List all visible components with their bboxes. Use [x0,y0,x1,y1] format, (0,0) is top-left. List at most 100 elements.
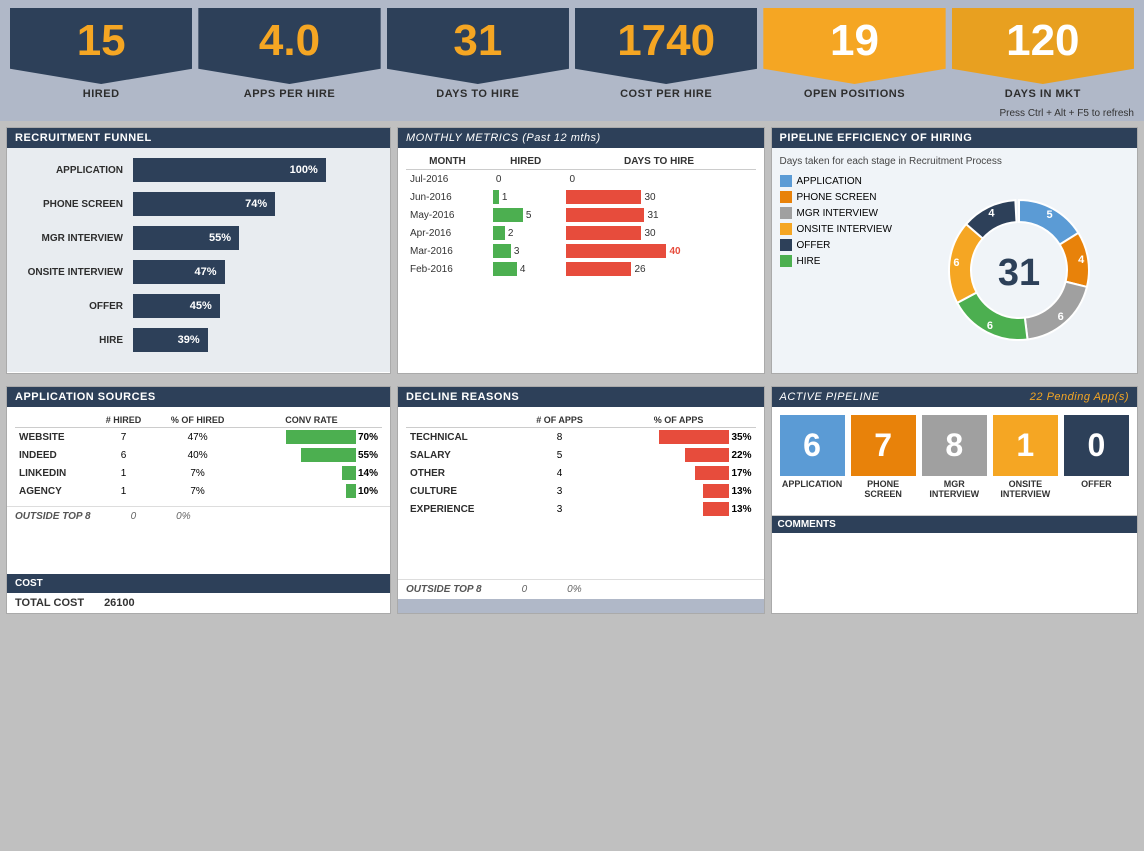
comments-body [772,533,1138,613]
funnel-bar: 45% [133,294,220,318]
source-conv: 70% [241,428,382,447]
kpi-mkt-label: DAYS IN MKT [1005,84,1081,106]
pipeline-box-label: ONSITE INTERVIEW [993,476,1058,499]
pipeline-content: APPLICATIONPHONE SCREENMGR INTERVIEWONSI… [780,175,1130,365]
decline-apps: 4 [517,464,601,482]
kpi-days-value: 31 [387,8,569,84]
kpi-hired: 15 HIRED [10,8,192,106]
kpi-apps-label: APPS PER HIRE [244,84,335,106]
decline-reason: OTHER [406,464,517,482]
pipeline-legend: APPLICATIONPHONE SCREENMGR INTERVIEWONSI… [780,175,900,365]
month-cell: May-2016 [406,206,489,224]
hired-cell: 5 [489,206,563,224]
refresh-hint: Press Ctrl + Alt + F5 to refresh [0,106,1144,121]
source-conv: 14% [241,464,382,482]
funnel-header: RECRUITMENT FUNNEL [7,128,390,148]
decline-apps: 3 [517,482,601,500]
pipeline-boxes: 6 APPLICATION 7 PHONE SCREEN 8 MGR INTER… [780,415,1130,499]
sources-header: APPLICATION SOURCES [7,387,390,407]
hired-cell: 2 [489,224,563,242]
hired-col-header: # HIRED [93,413,154,428]
kpi-hired-label: HIRED [83,84,120,106]
funnel-bar-container: 55% [133,226,374,250]
decline-apps: 5 [517,446,601,464]
monthly-table: MONTH HIRED DAYS TO HIRE Jul-2016 0 0 Ju… [406,154,756,278]
decline-row: SALARY 5 22% [406,446,756,464]
donut-chart: 546664 31 [924,175,1114,365]
decline-panel: DECLINE REASONS # OF APPS % OF APPS TECH… [397,386,765,614]
funnel-bar: 55% [133,226,239,250]
days-cell: 40 [562,242,755,260]
pipeline-subtitle: Days taken for each stage in Recruitment… [780,156,1130,167]
pipeline-box-value: 8 [922,415,987,476]
svg-text:31: 31 [998,252,1040,294]
days-cell: 30 [562,224,755,242]
source-name: INDEED [15,446,93,464]
month-cell: Feb-2016 [406,260,489,278]
decline-row: TECHNICAL 8 35% [406,428,756,447]
funnel-bar: 100% [133,158,326,182]
svg-text:6: 6 [954,257,960,269]
monthly-header: MONTHLY METRICS (Past 12 mths) [398,128,764,148]
days-cell: 30 [562,188,755,206]
month-header: MONTH [406,154,489,170]
kpi-cost-per-hire: 1740 COST PER HIRE [575,8,757,106]
cost-row: TOTAL COST 26100 [7,593,390,613]
kpi-cost-label: COST PER HIRE [620,84,712,106]
legend-item: HIRE [780,255,900,267]
comments-header: COMMENTS [772,516,1138,533]
svg-text:4: 4 [1078,254,1085,266]
monthly-row: Feb-2016 4 26 [406,260,756,278]
source-row: AGENCY 1 7% 10% [15,482,382,500]
funnel-bar: 47% [133,260,225,284]
decline-reason: TECHNICAL [406,428,517,447]
decline-reason: SALARY [406,446,517,464]
outside-decline-apps: 0 [522,584,528,595]
funnel-row-label: MGR INTERVIEW [23,233,133,244]
monthly-row: Mar-2016 3 40 [406,242,756,260]
decline-row: CULTURE 3 13% [406,482,756,500]
funnel-row-label: OFFER [23,301,133,312]
kpi-mkt-value: 120 [952,8,1134,84]
pipeline-box-value: 0 [1064,415,1129,476]
outside-decline-row: OUTSIDE TOP 8 0 0% [398,579,764,599]
funnel-bar-container: 39% [133,328,374,352]
month-cell: Mar-2016 [406,242,489,260]
source-hired: 1 [93,482,154,500]
source-row: LINKEDIN 1 7% 14% [15,464,382,482]
source-row: WEBSITE 7 47% 70% [15,428,382,447]
pipeline-box-label: MGR INTERVIEW [922,476,987,499]
kpi-days-in-mkt: 120 DAYS IN MKT [952,8,1134,106]
source-name: WEBSITE [15,428,93,447]
source-hired: 1 [93,464,154,482]
days-cell: 26 [562,260,755,278]
active-pipeline-panel: ACTIVE PIPELINE 22 Pending App(s) 6 APPL… [771,386,1139,614]
hired-cell: 0 [489,170,563,189]
pipeline-box: 1 ONSITE INTERVIEW [993,415,1058,499]
source-hired: 6 [93,446,154,464]
kpi-cost-value: 1740 [575,8,757,84]
month-cell: Jun-2016 [406,188,489,206]
svg-text:6: 6 [987,320,993,332]
decline-table: # OF APPS % OF APPS TECHNICAL 8 35% SALA… [406,413,756,518]
legend-item: PHONE SCREEN [780,191,900,203]
funnel-bar-container: 47% [133,260,374,284]
kpi-hired-value: 15 [10,8,192,84]
days-header: DAYS TO HIRE [562,154,755,170]
decline-pct: 13% [602,482,756,500]
source-pct: 47% [154,428,241,447]
decline-reason: EXPERIENCE [406,500,517,518]
pipeline-box-label: APPLICATION [782,476,842,489]
svg-text:5: 5 [1047,209,1053,221]
donut-container: 546664 31 [910,175,1130,365]
legend-item: OFFER [780,239,900,251]
source-conv: 55% [241,446,382,464]
funnel-panel: RECRUITMENT FUNNEL APPLICATION 100% PHON… [6,127,391,374]
funnel-bar-container: 100% [133,158,374,182]
cost-label: COST [7,574,390,593]
monthly-body: MONTH HIRED DAYS TO HIRE Jul-2016 0 0 Ju… [398,148,764,284]
sources-panel: APPLICATION SOURCES # HIRED % OF HIRED C… [6,386,391,614]
days-cell: 31 [562,206,755,224]
source-name: LINKEDIN [15,464,93,482]
source-col-header [15,413,93,428]
